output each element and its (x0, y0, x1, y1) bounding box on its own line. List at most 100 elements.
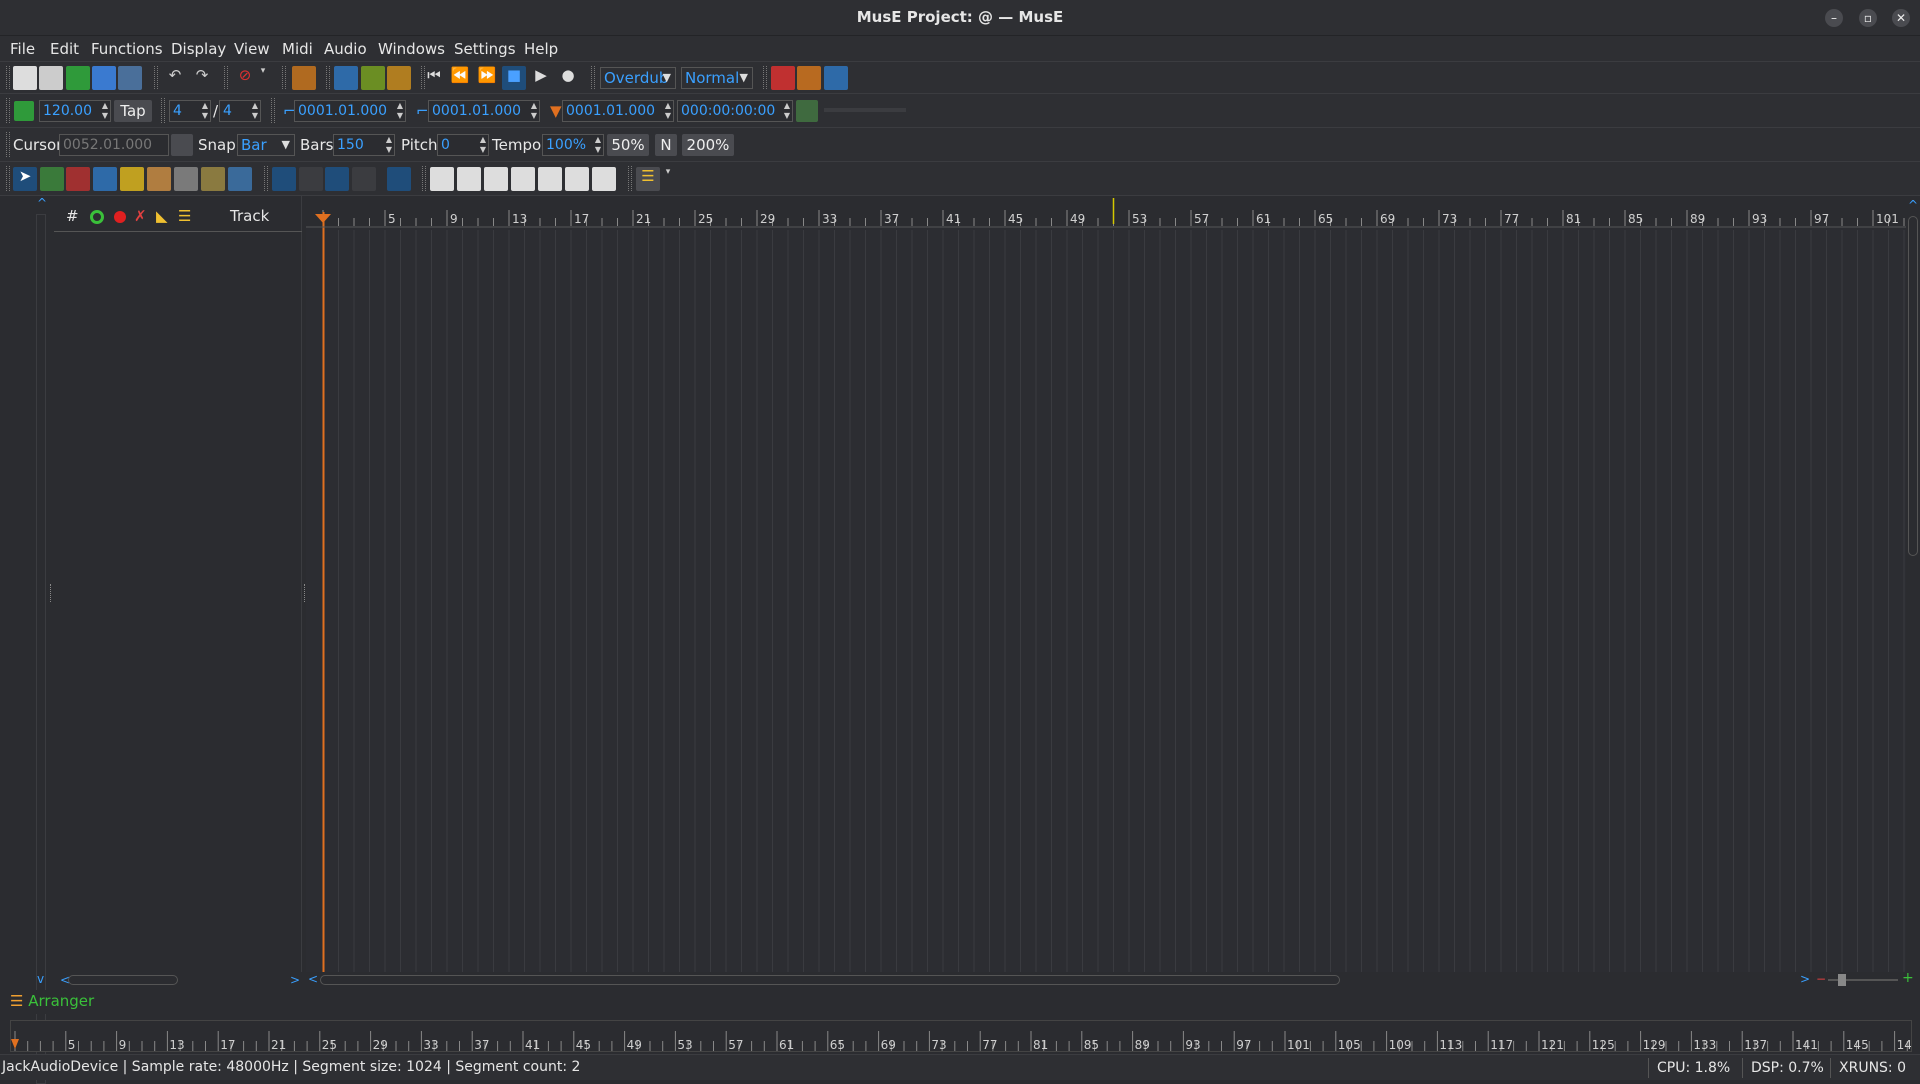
splitter-handle[interactable] (50, 584, 53, 602)
midi-input-icon[interactable] (797, 66, 821, 90)
score-editor-icon[interactable] (484, 167, 508, 191)
tap-tempo-button[interactable]: Tap (114, 100, 152, 122)
fast-forward-icon[interactable]: ⏩ (475, 66, 499, 90)
zoom-out-icon[interactable]: − (1816, 972, 1826, 986)
track-menu-icon[interactable]: ☰ (636, 167, 660, 191)
drum-editor-icon[interactable] (538, 167, 562, 191)
metronome-icon[interactable] (292, 66, 316, 90)
close-button[interactable]: ✕ (1892, 9, 1910, 27)
glue-tool-icon[interactable] (120, 167, 144, 191)
whats-this-icon[interactable] (118, 66, 142, 90)
record-icon[interactable]: ● (556, 66, 580, 90)
rewind-icon[interactable]: ⏪ (448, 66, 472, 90)
scroll-right-icon[interactable]: > (1800, 972, 1810, 986)
grid-icon[interactable] (171, 134, 193, 156)
menu-functions[interactable]: Functions (91, 40, 163, 58)
menu-midi[interactable]: Midi (282, 40, 313, 58)
mute-tool-icon[interactable] (201, 167, 225, 191)
redo-icon[interactable]: ↷ (190, 66, 214, 90)
toolbar-grip[interactable] (6, 166, 10, 191)
vertical-scrollbar[interactable]: ^ (1906, 196, 1920, 972)
remove-points-icon[interactable] (387, 167, 411, 191)
pointer-tool-icon[interactable]: ➤ (13, 167, 37, 191)
pitch-spinbox[interactable]: 0 ▲ ▼ (437, 134, 489, 156)
toolbar-grip[interactable] (6, 98, 10, 123)
toolbar-grip[interactable] (264, 166, 268, 191)
toolbar-grip[interactable] (154, 66, 158, 89)
menu-windows[interactable]: Windows (378, 40, 445, 58)
tempo-50-button[interactable]: 50% (607, 134, 649, 156)
list-editor-icon[interactable] (511, 167, 535, 191)
eraser-tool-icon[interactable] (66, 167, 90, 191)
bars-spinbox[interactable]: 150 ▲ ▼ (333, 134, 395, 156)
undo-icon[interactable]: ↶ (163, 66, 187, 90)
record-column-icon[interactable] (114, 211, 126, 223)
mixer-icon[interactable] (592, 167, 616, 191)
scroll-up-icon[interactable]: ^ (37, 196, 47, 210)
rewind-to-start-icon[interactable]: ⏮ (422, 66, 446, 90)
toolbar-grip[interactable] (6, 132, 10, 157)
record-mode-select[interactable]: Overdub ▼ (600, 67, 676, 89)
cycle-mode-select[interactable]: Normal ▼ (681, 67, 753, 89)
scrollbar-thumb[interactable] (1908, 216, 1918, 556)
overview-ruler[interactable]: 5 9 13 17 21 25 29 33 37 41 45 49 53 57 61 65 69 73 77 81 85… (10, 1020, 1920, 1052)
panic-icon[interactable]: ⊘ (233, 66, 257, 90)
pianoroll-icon[interactable] (430, 167, 454, 191)
solo-column-icon[interactable]: ◣ (156, 207, 168, 225)
menu-help[interactable]: Help (524, 40, 558, 58)
side-scrollbar[interactable] (36, 214, 46, 1084)
maximize-button[interactable]: ▫ (1859, 9, 1877, 27)
automation-tool-icon[interactable] (228, 167, 252, 191)
tempo-200-button[interactable]: 200% (682, 134, 734, 156)
toolbar-grip[interactable] (6, 66, 10, 89)
add-marker-icon[interactable] (796, 100, 818, 122)
time-spinbox[interactable]: 000:00:00:00 ▲ ▼ (677, 100, 793, 122)
save-icon[interactable] (92, 66, 116, 90)
toolbar-grip[interactable] (763, 66, 767, 89)
toolbar-grip[interactable] (628, 166, 632, 191)
tempo-normal-button[interactable]: N (655, 134, 677, 156)
jack-transport-icon[interactable] (824, 66, 848, 90)
snap-select[interactable]: Bar ▼ (237, 134, 295, 156)
right-marker-spinbox[interactable]: 0001.01.000 ▲ ▼ (428, 100, 540, 122)
draw-mode-icon[interactable] (272, 167, 296, 191)
arranger-canvas[interactable]: 5 9 13 17 21 25 29 33 37 41 45 49 53 57 61 65 69 73 77 81 85… (306, 196, 1906, 972)
punch-in-icon[interactable] (361, 66, 385, 90)
toolbar-grip[interactable] (422, 166, 426, 191)
new-file-icon[interactable] (13, 66, 37, 90)
zoom-slider-handle[interactable] (1838, 974, 1846, 986)
left-marker-spinbox[interactable]: 0001.01.000 ▲ ▼ (294, 100, 406, 122)
menu-settings[interactable]: Settings (454, 40, 516, 58)
chevron-down-icon[interactable]: ▾ (661, 167, 675, 191)
menu-view[interactable]: View (234, 40, 270, 58)
hand-tool-icon[interactable] (147, 167, 171, 191)
cut-tool-icon[interactable] (93, 167, 117, 191)
play-icon[interactable]: ▶ (529, 66, 553, 90)
master-track-icon[interactable] (14, 101, 34, 121)
minimize-button[interactable]: – (1825, 9, 1843, 27)
position-slider[interactable] (824, 108, 906, 112)
dash-mode-icon[interactable] (352, 167, 376, 191)
menu-display[interactable]: Display (171, 40, 226, 58)
column-number[interactable]: # (66, 207, 79, 225)
loop-icon[interactable] (334, 66, 358, 90)
stop-icon[interactable]: ■ (502, 66, 526, 90)
chevron-down-icon[interactable]: ▾ (256, 66, 270, 90)
sync-icon[interactable] (771, 66, 795, 90)
track-type-column-icon[interactable]: ☰ (178, 207, 191, 225)
tab-arranger[interactable]: ☰ Arranger (10, 992, 94, 1010)
scroll-down-icon[interactable]: v (37, 972, 44, 986)
template-icon[interactable] (39, 66, 63, 90)
open-folder-icon[interactable] (66, 66, 90, 90)
tempo-percent-spinbox[interactable]: 100% ▲ ▼ (542, 134, 604, 156)
toolbar-grip[interactable] (271, 98, 275, 123)
zoom-tool-icon[interactable] (174, 167, 198, 191)
scroll-left-icon[interactable]: < (308, 972, 318, 986)
signature-denominator[interactable]: 4 ▲ ▼ (219, 100, 261, 122)
horizontal-scrollbar[interactable] (320, 975, 1340, 985)
curve-mode-icon[interactable] (299, 167, 323, 191)
toolbar-grip[interactable] (224, 66, 228, 89)
menu-edit[interactable]: Edit (50, 40, 79, 58)
toolbar-grip[interactable] (326, 66, 330, 89)
menu-file[interactable]: File (10, 40, 35, 58)
